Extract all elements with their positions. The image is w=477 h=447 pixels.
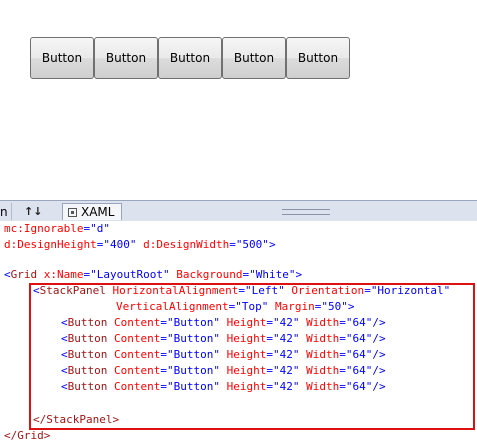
code-line: <Grid x:Name="LayoutRoot" Background="Wh… xyxy=(4,268,303,281)
splitter-grip[interactable] xyxy=(282,209,330,215)
preview-button-1[interactable]: Button xyxy=(30,37,94,79)
tab-design-label: n xyxy=(0,204,8,219)
swap-icon: ↑↓ xyxy=(24,205,43,218)
highlight-box xyxy=(29,283,475,430)
tab-design[interactable]: n xyxy=(0,203,12,220)
code-line: </Grid> xyxy=(4,429,51,442)
preview-button-5[interactable]: Button xyxy=(286,37,350,79)
design-surface: Button Button Button Button Button xyxy=(0,0,477,200)
code-line: mc:Ignorable="d" xyxy=(4,222,110,235)
preview-button-2[interactable]: Button xyxy=(94,37,158,79)
tab-xaml[interactable]: XAML xyxy=(62,203,122,220)
code-line: d:DesignHeight="400" d:DesignWidth="500"… xyxy=(4,238,276,251)
preview-button-3[interactable]: Button xyxy=(158,37,222,79)
view-splitter-bar: n ↑↓ XAML xyxy=(0,200,477,221)
xaml-icon xyxy=(68,207,77,217)
tab-xaml-label: XAML xyxy=(81,205,115,219)
preview-button-4[interactable]: Button xyxy=(222,37,286,79)
swap-panes-button[interactable]: ↑↓ xyxy=(24,203,60,220)
stackpanel-preview: Button Button Button Button Button xyxy=(30,37,350,79)
